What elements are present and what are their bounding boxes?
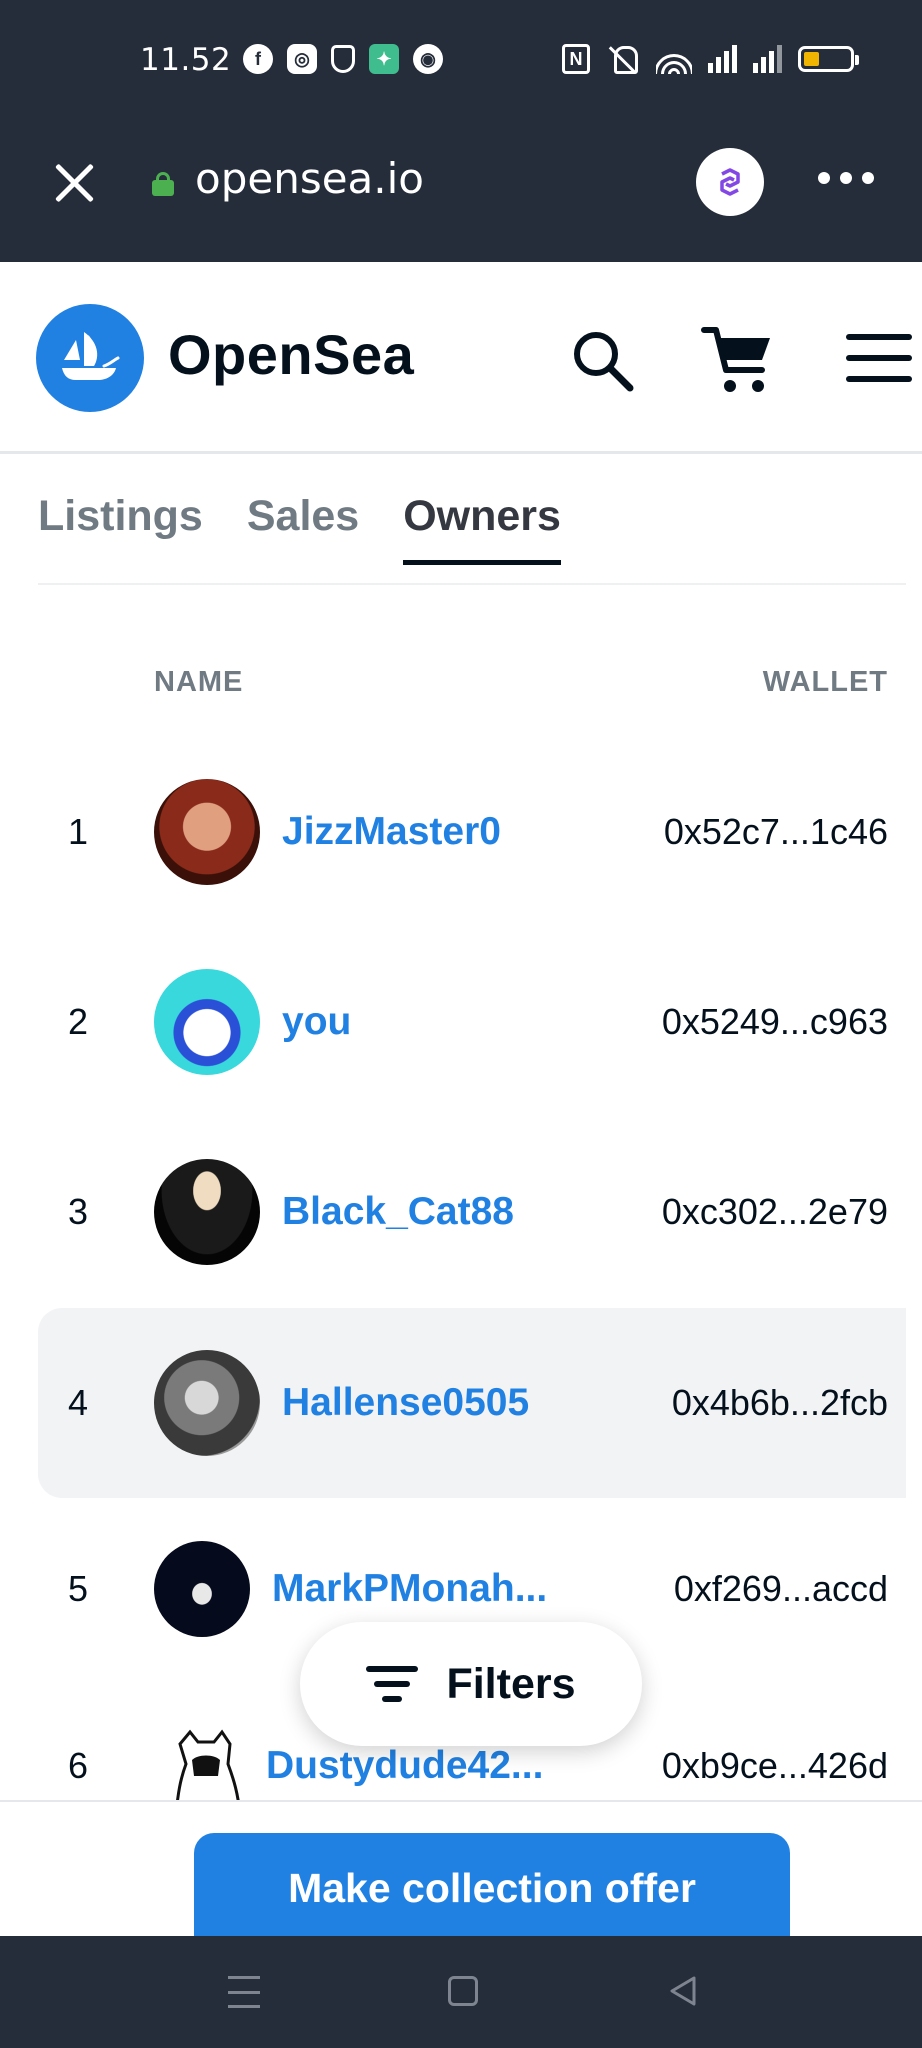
wallet-address: 0xf269...accd [673,1568,888,1609]
offer-button-label: Make collection offer [288,1864,696,1911]
shield-icon [331,45,355,73]
avatar[interactable] [154,1350,260,1456]
instagram-icon: ◎ [287,44,317,74]
tab-listings[interactable]: Listings [38,492,203,565]
owner-name-link[interactable]: MarkPMonah... [272,1567,547,1611]
opensea-logo-icon[interactable] [36,304,144,412]
tab-owners[interactable]: Owners [403,492,561,565]
app-notification-icon: ✦ [369,44,399,74]
mute-icon [606,44,640,74]
filters-label: Filters [446,1659,576,1708]
table-row[interactable]: 2 you 0x5249...c963 [38,927,906,1117]
filter-icon [366,1666,419,1702]
home-icon[interactable] [448,1976,478,2006]
avatar[interactable] [154,969,260,1075]
battery-icon [798,46,859,72]
tab-bar: Listings Sales Owners [38,492,561,565]
lock-icon [152,172,174,196]
back-icon[interactable] [666,1974,700,2008]
table-row[interactable]: 4 Hallense0505 0x4b6b...2fcb [38,1308,906,1498]
brand-name[interactable]: OpenSea [168,322,414,387]
signal-icon [708,45,737,73]
column-header-wallet: WALLET [762,666,888,698]
wallet-address: 0x5249...c963 [661,1001,888,1042]
column-header-name: NAME [154,666,244,698]
nfc-icon: N [562,44,590,74]
cart-icon[interactable] [700,322,776,398]
facebook-icon: f [243,44,273,74]
status-icons-right: N [562,44,859,74]
close-icon[interactable] [52,160,96,204]
menu-icon[interactable] [846,334,912,382]
owner-name-link[interactable]: Hallense0505 [282,1381,529,1425]
owner-name-link[interactable]: you [282,1000,351,1044]
table-row[interactable]: 3 Black_Cat88 0xc302...2e79 [38,1117,906,1307]
browser-chrome [0,0,922,262]
url-text[interactable]: opensea.io [195,154,424,203]
row-rank: 2 [68,1001,89,1042]
opensea-header: OpenSea [0,262,922,454]
wallet-address: 0x4b6b...2fcb [671,1382,888,1423]
tab-sales[interactable]: Sales [247,492,359,565]
wallet-address: 0xb9ce...426d [661,1745,888,1786]
signal-2-icon [753,45,782,73]
status-icons-left: f ◎ ✦ ◉ [243,44,443,74]
row-rank: 5 [68,1568,89,1609]
row-rank: 3 [68,1191,89,1232]
recent-apps-icon[interactable] [228,1976,260,2008]
polygon-icon[interactable] [696,148,764,216]
owner-name-link[interactable]: Black_Cat88 [282,1190,514,1234]
avatar[interactable] [154,779,260,885]
search-icon[interactable] [570,328,636,394]
filters-button[interactable]: Filters [300,1622,642,1746]
status-time: 11.52 [140,42,232,78]
owner-name-link[interactable]: Dustydude42... [266,1744,543,1788]
row-rank: 6 [68,1745,89,1786]
wifi-icon [656,44,692,74]
wallet-address: 0xc302...2e79 [661,1191,888,1232]
avatar[interactable] [154,1159,260,1265]
more-icon[interactable] [818,172,874,184]
owner-name-link[interactable]: JizzMaster0 [282,810,501,854]
wallet-address: 0x52c7...1c46 [663,811,888,852]
avatar[interactable] [154,1541,250,1637]
make-collection-offer-button[interactable]: Make collection offer [194,1833,790,1943]
table-row[interactable]: 1 JizzMaster0 0x52c7...1c46 [38,737,906,927]
tabs-divider [38,583,906,585]
row-rank: 4 [68,1382,89,1423]
row-rank: 1 [68,811,89,852]
chrome-icon: ◉ [413,44,443,74]
